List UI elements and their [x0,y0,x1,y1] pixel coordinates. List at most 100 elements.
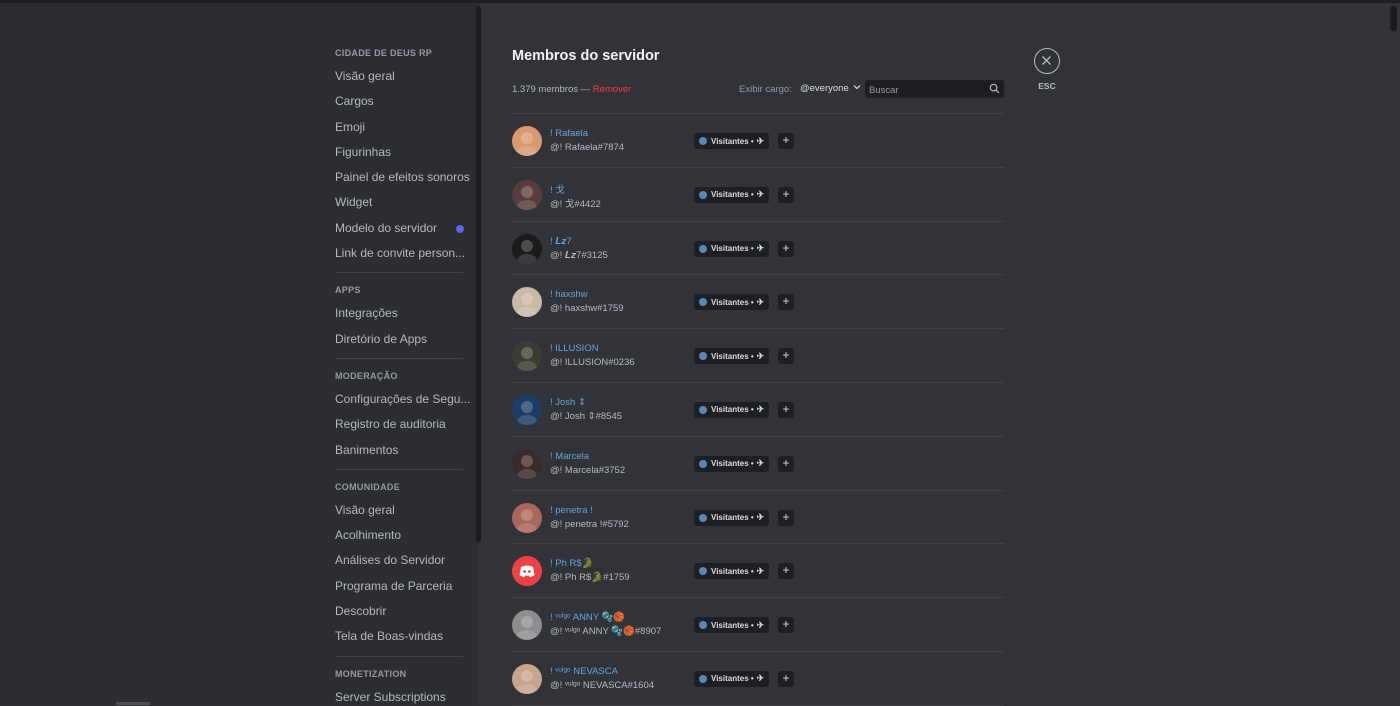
member-tag: @! ᵛᵘˡᵍᵒ NEVASCA#1604 [550,679,655,691]
sidebar-item[interactable]: Banimentos [327,438,473,463]
role-pill[interactable]: Visitantes • ✈ [694,670,770,687]
add-role-button[interactable]: + [778,455,794,472]
member-row[interactable]: ! Josh ⇕ @! Josh ⇕#8545 Visitantes • ✈ + [512,383,1004,437]
role-filter-select[interactable]: @everyone [800,83,861,94]
sidebar-item[interactable]: Acolhimento [327,523,473,548]
avatar-image-icon [517,616,537,641]
member-row[interactable]: ! penetra ! @! penetra !#5792 Visitantes •… [512,491,1004,545]
member-count: 1.379 membros [512,84,579,95]
sidebar-item[interactable]: Diretório de Apps [327,327,473,352]
sidebar-item[interactable]: Emoji [327,115,473,140]
member-name: ! Rafaela [550,128,589,139]
page-title: Membros do servidor [512,48,660,64]
role-pill[interactable]: Visitantes • ✈ [694,563,770,580]
window-scrollbar[interactable] [1390,6,1397,31]
member-row[interactable]: ! 戈 @! 戈#4422 Visitantes • ✈ + [512,168,1004,222]
role-pill[interactable]: Visitantes • ✈ [694,294,770,311]
add-role-button[interactable]: + [778,617,794,634]
member-row[interactable]: ! ᵛᵘˡᵍᵒ ANNY 🫧🏀 @! ᵛᵘˡᵍᵒ ANNY 🫧🏀#8907 Visi… [512,598,1004,652]
add-role-button[interactable]: + [778,401,794,418]
search-icon[interactable] [989,83,1000,94]
search-input[interactable] [865,82,983,99]
sidebar-divider [335,272,463,274]
avatar-image-icon [517,454,537,479]
avatar[interactable] [512,448,542,479]
avatar[interactable] [512,394,542,425]
member-tag: @! 戈#4422 [550,198,601,210]
avatar-image-icon [517,669,537,694]
member-tag: @! Ph R$🐊#1759 [550,572,630,584]
avatar[interactable] [512,610,542,641]
avatar[interactable] [512,341,542,372]
sidebar-item[interactable]: Descobrir [327,599,473,624]
avatar[interactable] [512,287,542,318]
search-box[interactable] [865,80,1004,99]
airplane-icon: ✈ [756,404,765,415]
role-pill[interactable]: Visitantes • ✈ [694,455,770,472]
role-pill[interactable]: Visitantes • ✈ [694,401,770,418]
avatar-image-icon [517,347,537,372]
role-pill[interactable]: Visitantes • ✈ [694,617,770,634]
member-row[interactable]: ! ILLUSION @! ILLUSION#0236 Visitantes • ✈ + [512,329,1004,383]
sidebar-item[interactable]: Visão geral [327,498,473,523]
member-row[interactable]: ! ᵛᵘˡᵍᵒ NEVASCA @! ᵛᵘˡᵍᵒ NEVASCA#1604 Visi… [512,652,1004,706]
airplane-icon: ✈ [756,512,765,523]
sidebar-item[interactable]: Figurinhas [327,140,473,165]
add-role-button[interactable]: + [778,133,794,149]
sidebar-section-title: MODERAÇÃO [335,370,398,381]
role-label: Visitantes • [711,566,754,576]
role-pill[interactable]: Visitantes • ✈ [694,240,770,257]
avatar[interactable] [512,179,542,210]
member-row[interactable]: ! Marcela @! Marcela#3752 Visitantes • ✈ + [512,437,1004,491]
avatar[interactable] [512,502,542,533]
sidebar-item[interactable]: Painel de efeitos sonoros [327,165,473,190]
role-color-dot [699,137,707,145]
sidebar-scrollbar[interactable] [476,6,481,542]
member-row[interactable]: ! 𝑳𝒛7 @! 𝑳𝒛7#3125 Visitantes • ✈ + [512,222,1004,276]
member-tag: @! 𝑳𝒛7#3125 [550,249,608,261]
sidebar-item[interactable]: Integrações [327,301,473,326]
sidebar-item[interactable]: Cargos [327,89,473,114]
role-label: Visitantes • [711,459,754,469]
member-row[interactable]: ! haxshw @! haxshw#1759 Visitantes • ✈ + [512,275,1004,330]
close-button[interactable] [1034,48,1060,74]
avatar[interactable] [512,126,542,156]
add-role-button[interactable]: + [778,563,794,580]
sidebar-item[interactable]: Modelo do servidor [327,216,473,241]
sidebar-item[interactable]: Programa de Parceria [327,574,473,599]
role-filter-label: Exibir cargo: [739,84,792,95]
add-role-button[interactable]: + [778,294,794,311]
role-color-dot [699,513,707,522]
member-row[interactable]: ! Ph R$🐊 @! Ph R$🐊#1759 Visitantes • ✈ + [512,544,1004,599]
role-color-dot [699,567,707,576]
add-role-button[interactable]: + [778,348,794,365]
add-role-button[interactable]: + [778,186,794,203]
avatar[interactable] [512,233,542,264]
role-pill[interactable]: Visitantes • ✈ [694,348,770,365]
sidebar-item[interactable]: Server Subscriptions [327,685,473,705]
sidebar-item[interactable]: Registro de auditoria [327,412,473,437]
member-tag: @! ᵛᵘˡᵍᵒ ANNY 🫧🏀#8907 [550,626,662,638]
sidebar-item[interactable]: Análises do Servidor [327,548,473,573]
role-pill[interactable]: Visitantes • ✈ [694,509,770,526]
sidebar-item[interactable]: Link de convite person... [327,241,473,266]
avatar[interactable] [512,556,542,587]
add-role-button[interactable]: + [778,670,794,687]
role-pill[interactable]: Visitantes • ✈ [694,186,770,203]
sidebar-item-label: Painel de efeitos sonoros [335,170,470,185]
sidebar-item[interactable]: Tela de Boas-vindas [327,624,473,649]
role-color-dot [699,298,707,307]
sidebar-item[interactable]: Visão geral [327,64,473,89]
remove-link[interactable]: Remover [593,84,632,95]
settings-sidebar: CIDADE DE DEUS RP Visão geral Cargos Emoji F… [327,3,473,705]
role-color-dot [699,352,707,361]
airplane-icon: ✈ [756,350,765,361]
sidebar-item[interactable]: Configurações de Segu... [327,387,473,412]
sidebar-item[interactable]: Widget [327,190,473,215]
role-color-dot [699,405,707,414]
add-role-button[interactable]: + [778,509,794,526]
add-role-button[interactable]: + [778,240,794,257]
avatar[interactable] [512,663,542,694]
role-pill[interactable]: Visitantes • ✈ [694,133,770,149]
member-row[interactable]: ! Rafaela @! Rafaela#7874 Visitantes • ✈ + [512,114,1004,168]
